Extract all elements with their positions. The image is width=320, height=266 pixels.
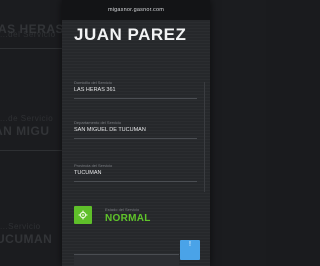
- address-value: LAS HERAS 361: [74, 87, 116, 93]
- province-underline: [74, 181, 197, 182]
- alert-icon: !: [189, 241, 191, 248]
- status-indicator: [74, 206, 92, 224]
- service-panel: migasnor.gasnor.com JUAN PAREZ Domicilio…: [62, 0, 210, 266]
- gear-icon: [78, 210, 88, 220]
- domain-text: migasnor.gasnor.com: [107, 7, 165, 13]
- department-underline: [74, 138, 197, 139]
- province-value: TUCUMAN: [74, 170, 102, 176]
- department-field: Departamento del Servicio SAN MIGUEL DE …: [74, 120, 197, 139]
- address-label: Domicilio del Servicio: [74, 80, 113, 85]
- bg-value-2: AN MIGU: [0, 124, 50, 138]
- bg-underline-2: [0, 150, 62, 151]
- bg-underline-1: [0, 48, 62, 49]
- bottom-field[interactable]: [74, 254, 179, 266]
- province-field: Provincia del Servicio TUCUMAN: [74, 163, 197, 182]
- province-label: Provincia del Servicio: [74, 163, 113, 168]
- department-label: Departamento del Servicio: [74, 120, 122, 125]
- scrollbar[interactable]: [204, 82, 205, 192]
- app-screen: ...del Servicio AS HERAS 3 ...de Servici…: [0, 0, 266, 266]
- department-value: SAN MIGUEL DE TUCUMAN: [74, 127, 146, 133]
- customer-name: JUAN PAREZ: [74, 25, 187, 44]
- bg-label-3: ...Servicio: [0, 222, 41, 231]
- address-underline: [74, 98, 197, 99]
- info-button[interactable]: !: [180, 240, 200, 260]
- status-label: Estado del Servicio: [105, 207, 140, 212]
- bg-value-3: UCUMAN: [0, 232, 53, 246]
- address-field: Domicilio del Servicio LAS HERAS 361: [74, 80, 197, 99]
- url-bar: migasnor.gasnor.com: [62, 0, 210, 20]
- status-value: NORMAL: [105, 213, 151, 224]
- bg-label-2: ...de Servicio: [0, 114, 54, 123]
